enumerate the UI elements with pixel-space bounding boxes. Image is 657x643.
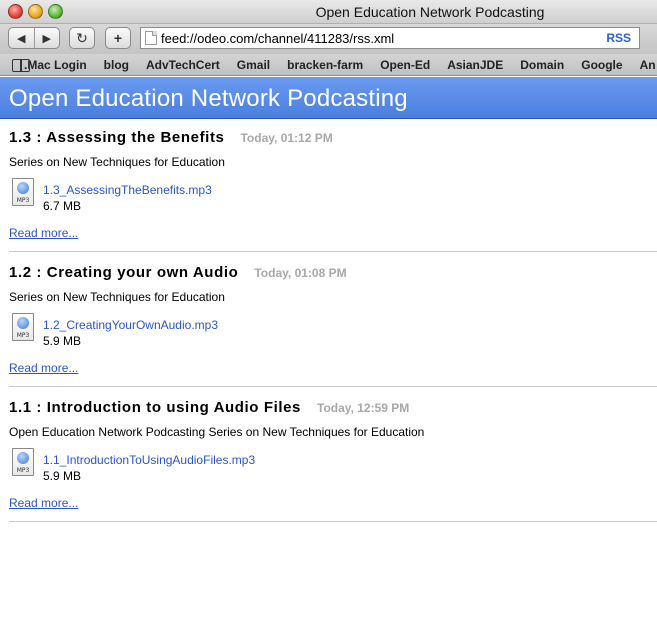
mp3-file-icon[interactable]: MP3 xyxy=(12,178,34,206)
article-header: 1.1 : Introduction to using Audio Files … xyxy=(9,399,409,416)
music-note-icon xyxy=(17,317,29,329)
rss-button[interactable]: RSS xyxy=(606,31,631,45)
reload-button[interactable]: ↻ xyxy=(69,27,95,49)
minimize-window-button[interactable] xyxy=(28,4,43,19)
article-date: Today, 01:12 PM xyxy=(240,131,333,145)
zoom-window-button[interactable] xyxy=(48,4,63,19)
page-icon xyxy=(145,31,157,45)
close-window-button[interactable] xyxy=(8,4,23,19)
url-field[interactable]: feed://odeo.com/channel/411283/rss.xml xyxy=(161,31,606,46)
enclosure-size: 5.9 MB xyxy=(43,334,82,348)
enclosure-size: 5.9 MB xyxy=(43,469,82,483)
mp3-icon-label: MP3 xyxy=(16,197,30,204)
bookmark-asianjde[interactable]: AsianJDE xyxy=(447,58,503,72)
enclosure-link[interactable]: 1.1_IntroductionToUsingAudioFiles.mp3 xyxy=(43,453,255,467)
address-bar[interactable]: feed://odeo.com/channel/411283/rss.xml R… xyxy=(140,27,640,49)
back-forward-buttons: ◀ ▶ xyxy=(8,27,60,49)
read-more-link[interactable]: Read more... xyxy=(9,496,78,510)
bookmark-google[interactable]: Google xyxy=(581,58,622,72)
mp3-file-icon[interactable]: MP3 xyxy=(12,313,34,341)
read-more-link[interactable]: Read more... xyxy=(9,361,78,375)
window-titlebar: Open Education Network Podcasting xyxy=(0,0,657,24)
article-header: 1.2 : Creating your own Audio Today, 01:… xyxy=(9,264,347,281)
feed-header: Open Education Network Podcasting xyxy=(0,77,657,119)
enclosure-size: 6.7 MB xyxy=(43,199,82,213)
bookmark-truncated[interactable]: An xyxy=(640,58,656,72)
bookmark-bracken-farm[interactable]: bracken-farm xyxy=(287,58,363,72)
mp3-file-icon[interactable]: MP3 xyxy=(12,448,34,476)
mp3-icon-label: MP3 xyxy=(16,332,30,339)
bookmark-advtechcert[interactable]: AdvTechCert xyxy=(146,58,220,72)
feed-title: Open Education Network Podcasting xyxy=(9,85,408,112)
article-date: Today, 01:08 PM xyxy=(254,266,347,280)
read-more-link[interactable]: Read more... xyxy=(9,226,78,240)
article-description: Open Education Network Podcasting Series… xyxy=(9,425,425,439)
mp3-icon-label: MP3 xyxy=(16,467,30,474)
enclosure-link[interactable]: 1.2_CreatingYourOwnAudio.mp3 xyxy=(43,318,218,332)
article-description: Series on New Techniques for Education xyxy=(9,290,225,304)
add-bookmark-button[interactable]: + xyxy=(105,27,131,49)
article-header: 1.3 : Assessing the Benefits Today, 01:1… xyxy=(9,129,333,146)
bookmarks-bar: .Mac Login blog AdvTechCert Gmail bracke… xyxy=(0,54,657,76)
forward-button[interactable]: ▶ xyxy=(33,28,60,48)
article-divider xyxy=(9,521,657,522)
article-title: 1.1 : Introduction to using Audio Files xyxy=(9,399,302,416)
article-title: 1.2 : Creating your own Audio xyxy=(9,264,239,281)
article-description: Series on New Techniques for Education xyxy=(9,155,225,169)
article-divider xyxy=(9,386,657,387)
bookmark-blog[interactable]: blog xyxy=(104,58,129,72)
bookmark-mac-login[interactable]: .Mac Login xyxy=(24,58,87,72)
music-note-icon xyxy=(17,452,29,464)
bookmark-open-ed[interactable]: Open-Ed xyxy=(380,58,430,72)
article-title: 1.3 : Assessing the Benefits xyxy=(9,129,225,146)
window-title: Open Education Network Podcasting xyxy=(315,4,545,20)
enclosure-link[interactable]: 1.3_AssessingTheBenefits.mp3 xyxy=(43,183,212,197)
back-button[interactable]: ◀ xyxy=(9,28,34,48)
article-divider xyxy=(9,251,657,252)
bookmark-domain[interactable]: Domain xyxy=(520,58,564,72)
article-date: Today, 12:59 PM xyxy=(317,401,410,415)
music-note-icon xyxy=(17,182,29,194)
bookmark-gmail[interactable]: Gmail xyxy=(237,58,270,72)
browser-toolbar: ◀ ▶ ↻ + feed://odeo.com/channel/411283/r… xyxy=(0,24,657,54)
